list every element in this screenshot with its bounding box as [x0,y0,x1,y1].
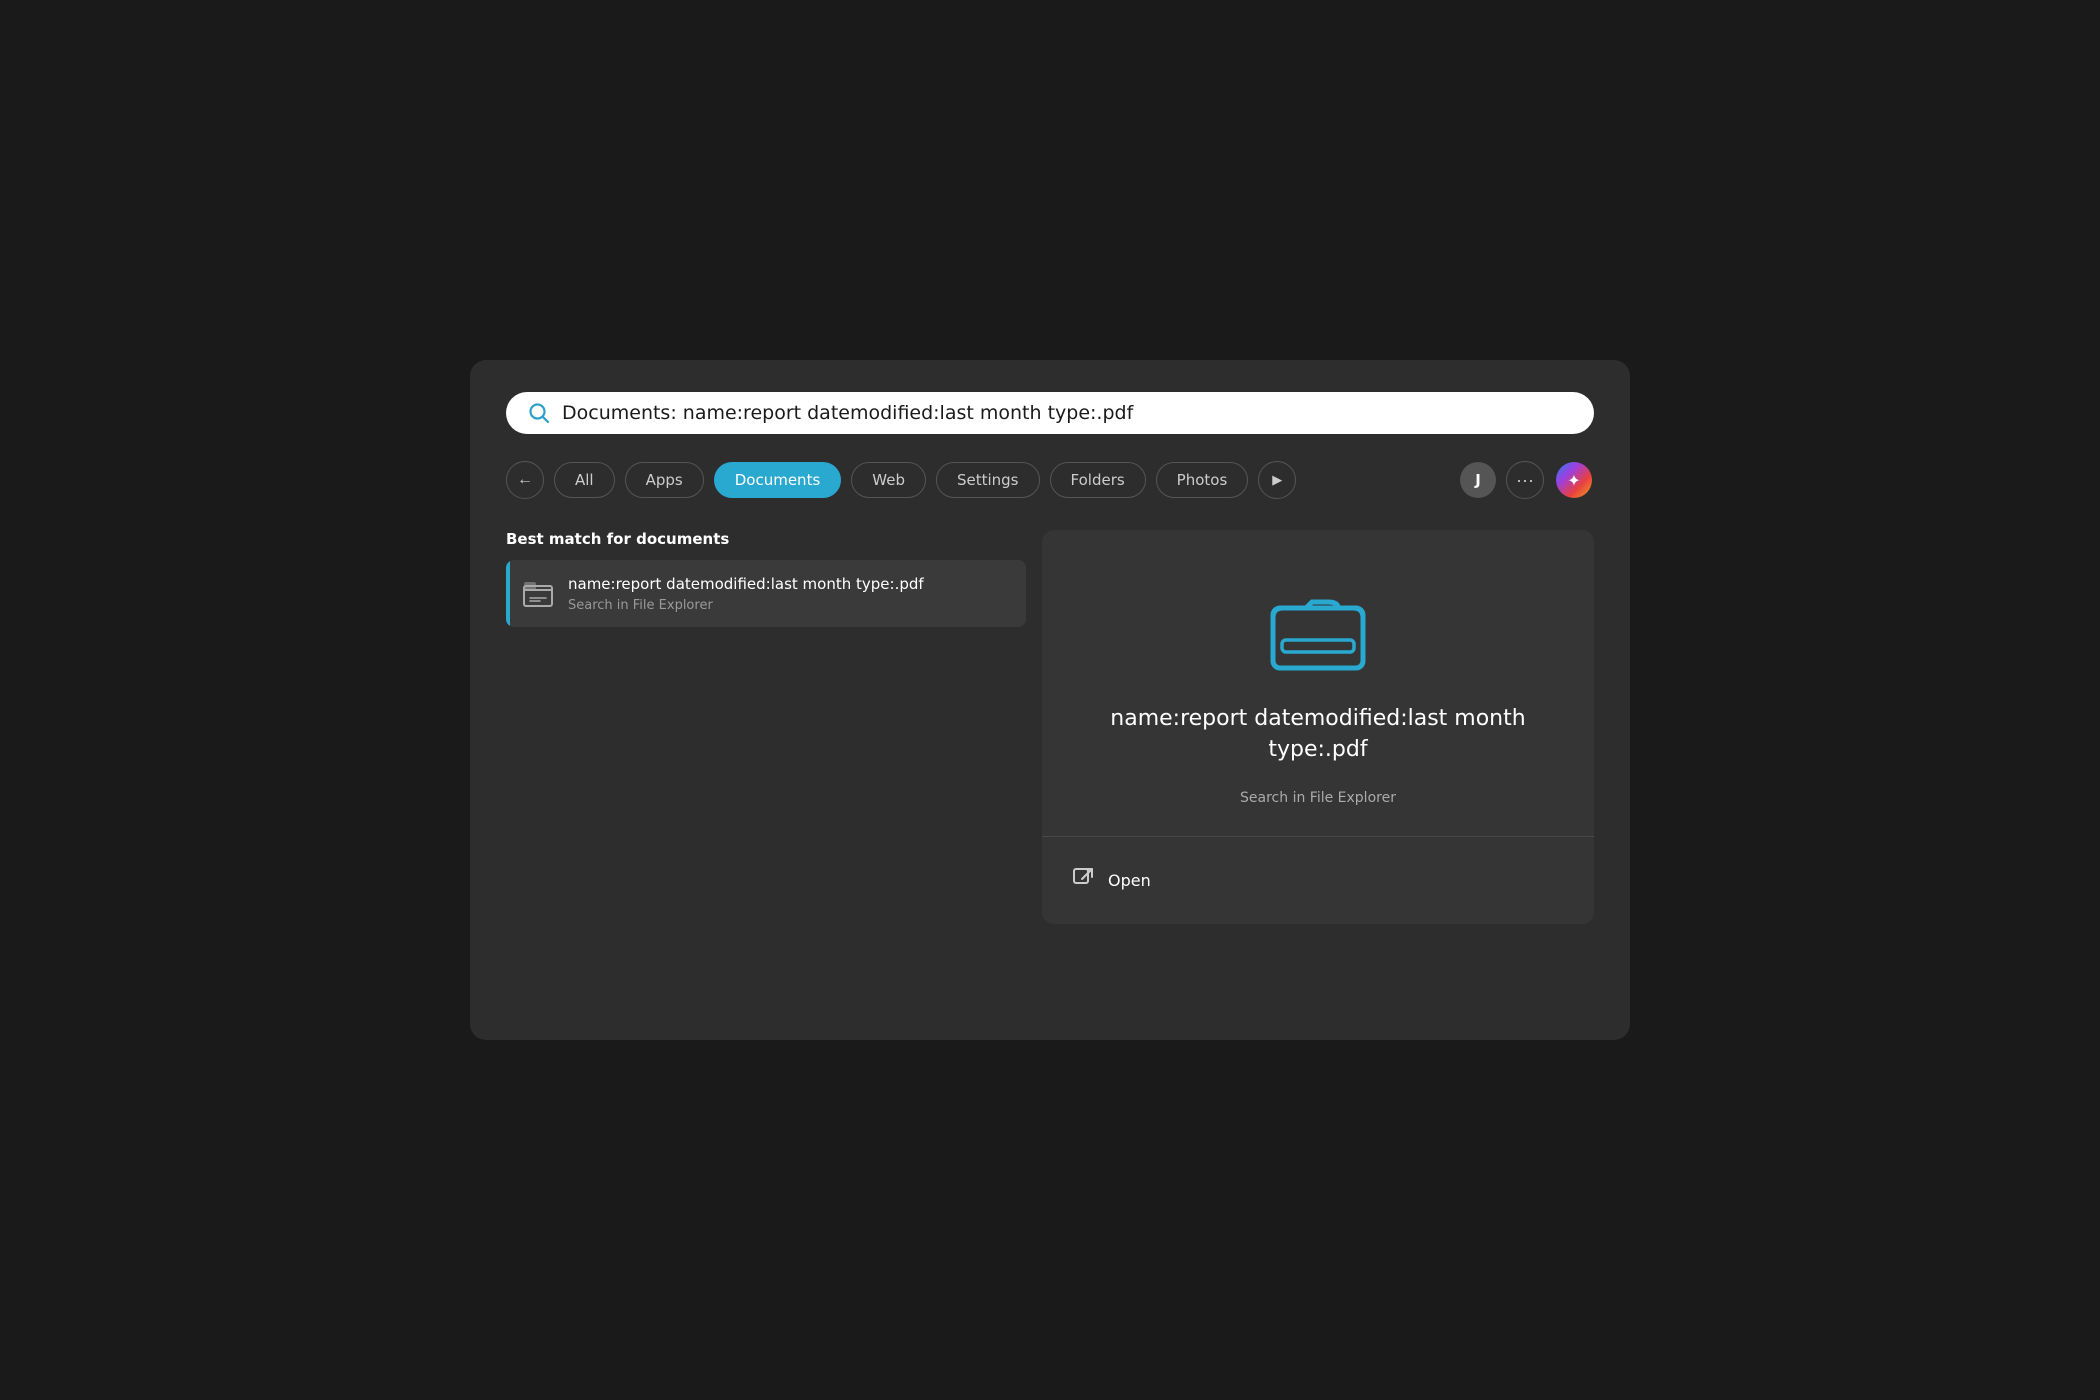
search-window: ← All Apps Documents Web Settings Folder… [470,360,1630,1040]
svg-text:✦: ✦ [1567,471,1580,490]
play-button[interactable]: ▶ [1258,461,1296,499]
tab-photos[interactable]: Photos [1156,462,1249,498]
open-external-icon [1072,867,1094,894]
folder-icon-large [1268,580,1368,680]
preview-subtitle: Search in File Explorer [1240,790,1396,806]
file-explorer-icon [522,578,554,610]
tab-settings[interactable]: Settings [936,462,1040,498]
left-panel: Best match for documents name:report dat… [506,530,1026,924]
open-label: Open [1108,871,1151,890]
preview-panel: name:report datemodified:last month type… [1042,530,1594,924]
preview-top: name:report datemodified:last month type… [1042,530,1594,836]
search-input[interactable] [562,402,1572,424]
result-text: name:report datemodified:last month type… [568,574,1010,613]
tabs-row: ← All Apps Documents Web Settings Folder… [506,460,1594,500]
tab-folders[interactable]: Folders [1050,462,1146,498]
content-area: Best match for documents name:report dat… [506,530,1594,924]
tab-web[interactable]: Web [851,462,926,498]
tab-documents[interactable]: Documents [714,462,842,498]
result-subtitle: Search in File Explorer [568,598,1010,613]
back-button[interactable]: ← [506,461,544,499]
result-item[interactable]: name:report datemodified:last month type… [506,560,1026,627]
preview-title: name:report datemodified:last month type… [1082,704,1554,766]
user-avatar[interactable]: J [1460,462,1496,498]
result-title: name:report datemodified:last month type… [568,574,1010,595]
section-label: Best match for documents [506,530,1026,548]
search-icon [528,402,550,424]
more-button[interactable]: ··· [1506,461,1544,499]
copilot-icon[interactable]: ✦ [1554,460,1594,500]
preview-actions: Open [1042,837,1594,924]
tab-apps[interactable]: Apps [625,462,704,498]
tab-all[interactable]: All [554,462,615,498]
open-action[interactable]: Open [1072,859,1564,902]
search-bar [506,392,1594,434]
